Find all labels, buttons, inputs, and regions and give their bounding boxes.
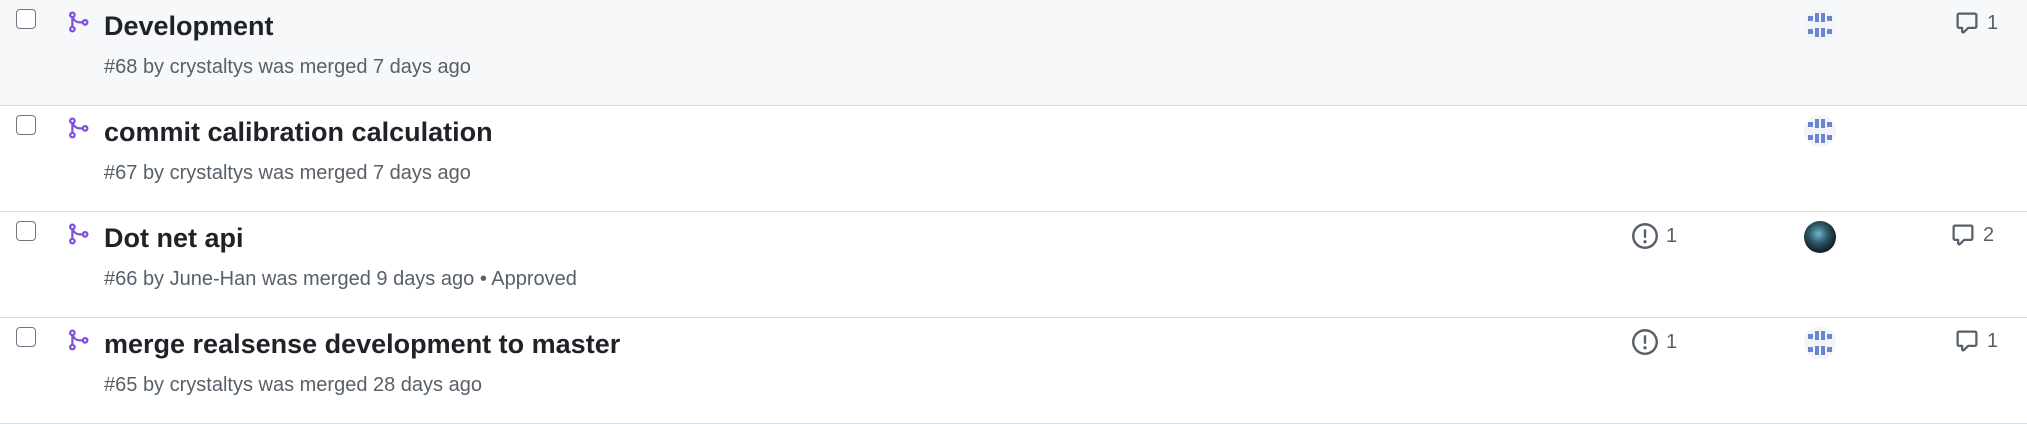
pull-request-meta: #68 by crystaltys was merged 7 days ago <box>104 56 471 79</box>
linked-issues-count: 1 <box>1666 330 1678 353</box>
pull-request-number: #66 <box>104 268 138 290</box>
pull-request-row[interactable]: commit calibration calculation #67 by cr… <box>0 106 2027 212</box>
comment-icon <box>1956 12 1978 34</box>
git-merge-icon <box>69 117 89 139</box>
select-checkbox[interactable] <box>16 221 36 241</box>
comments-link[interactable]: 1 <box>1955 11 1998 35</box>
pull-request-row[interactable]: merge realsense development to master #6… <box>0 318 2027 424</box>
comments-link[interactable]: 1 <box>1955 329 1998 353</box>
comment-icon <box>1956 330 1978 352</box>
identicon-icon <box>1808 119 1832 143</box>
avatar[interactable] <box>1804 221 1836 253</box>
identicon-icon <box>1808 13 1832 37</box>
pull-request-author-time: by crystaltys was merged 7 days ago <box>142 162 471 184</box>
identicon-icon <box>1808 331 1832 355</box>
linked-issues-count: 1 <box>1666 224 1678 247</box>
avatar[interactable] <box>1804 115 1836 147</box>
pull-request-row[interactable]: Dot net api #66 by June-Han was merged 9… <box>0 212 2027 318</box>
issue-opened-icon <box>1632 329 1658 355</box>
select-checkbox[interactable] <box>16 327 36 347</box>
comments-link[interactable]: 2 <box>1951 223 1994 247</box>
linked-issues-link[interactable]: 1 <box>1632 329 1677 355</box>
git-merge-icon <box>69 329 89 351</box>
issue-opened-icon <box>1632 223 1658 249</box>
select-checkbox[interactable] <box>16 115 36 135</box>
pull-request-number: #68 <box>104 56 138 78</box>
avatar[interactable] <box>1804 9 1836 41</box>
review-status[interactable]: • Approved <box>480 268 577 290</box>
pull-request-row[interactable]: Development #68 by crystaltys was merged… <box>0 0 2027 106</box>
pull-request-author-time: by crystaltys was merged 7 days ago <box>142 56 471 78</box>
pull-request-title[interactable]: Dot net api <box>104 223 244 254</box>
pull-request-number: #65 <box>104 374 138 396</box>
comment-count: 1 <box>1987 329 1999 352</box>
comment-count: 2 <box>1983 223 1995 246</box>
pull-request-meta: #66 by June-Han was merged 9 days ago • … <box>104 268 577 291</box>
linked-issues-link[interactable]: 1 <box>1632 223 1677 249</box>
pull-request-number: #67 <box>104 162 138 184</box>
pull-request-title[interactable]: merge realsense development to master <box>104 329 620 360</box>
git-merge-icon <box>69 223 89 245</box>
comment-icon <box>1952 224 1974 246</box>
pull-request-author-time: by June-Han was merged 9 days ago <box>142 268 475 290</box>
avatar[interactable] <box>1804 327 1836 359</box>
select-checkbox[interactable] <box>16 9 36 29</box>
pull-request-meta: #65 by crystaltys was merged 28 days ago <box>104 374 482 397</box>
pull-request-title[interactable]: Development <box>104 11 274 42</box>
pull-request-author-time: by crystaltys was merged 28 days ago <box>142 374 482 396</box>
comment-count: 1 <box>1987 11 1999 34</box>
git-merge-icon <box>69 11 89 33</box>
pull-request-title[interactable]: commit calibration calculation <box>104 117 493 148</box>
pull-request-meta: #67 by crystaltys was merged 7 days ago <box>104 162 471 185</box>
